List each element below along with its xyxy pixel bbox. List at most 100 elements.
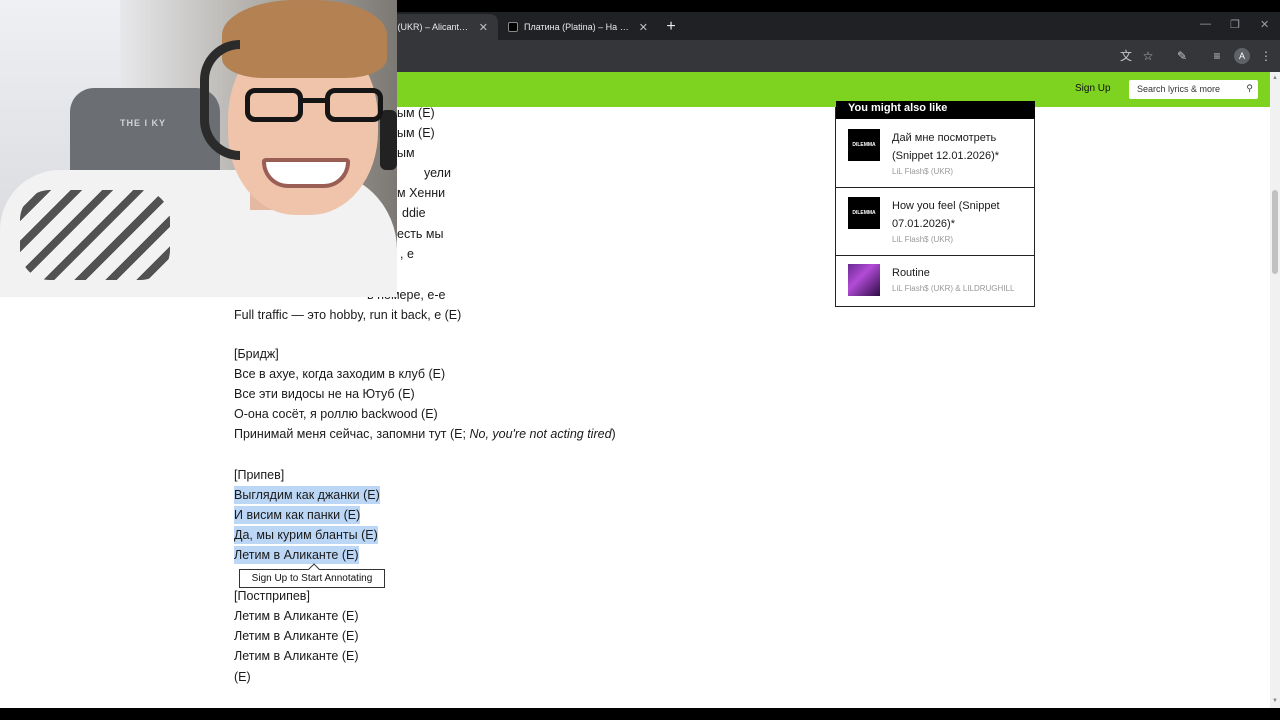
tab-alicante-lyrics[interactable]: $ (UKR) – Alicante Lyric ✕ — [380, 14, 498, 40]
page-scrollbar[interactable]: ▲ ▼ — [1270, 72, 1280, 708]
search-input[interactable]: Search lyrics & more ⚲ — [1129, 80, 1258, 99]
shirt-stripes — [20, 190, 170, 280]
lyric-line[interactable]: Все в ахуе, когда заходим в клуб (E) — [234, 365, 445, 383]
lyric-text: ым (E) — [397, 126, 435, 140]
star-icon[interactable]: ☆ — [1140, 48, 1156, 64]
song-artist: LiL Flash$ (UKR) & LILDRUGHILL — [892, 284, 1015, 293]
lyric-line[interactable]: [Припев] — [234, 466, 284, 484]
lyric-line[interactable]: (E) — [234, 668, 251, 686]
lyric-text: есть мы — [397, 227, 444, 241]
song-artist: LiL Flash$ (UKR) — [892, 167, 954, 176]
translate-icon[interactable]: 文 — [1118, 48, 1134, 64]
lyric-text: [Припев] — [234, 468, 285, 482]
glasses-lens — [245, 88, 303, 122]
glasses-lens — [325, 88, 383, 122]
tab-title: Платина (Platina) – На посту (С — [524, 22, 633, 32]
streamer-smile — [262, 158, 350, 188]
lyric-text: Летим в Аликанте (E) — [234, 629, 359, 643]
lyric-text: [Постприпев] — [234, 589, 310, 603]
lyric-suffix: ) — [611, 427, 616, 441]
lyric-line[interactable]: есть мы — [397, 225, 444, 243]
lyric-text: м Хенни — [397, 186, 446, 200]
profile-avatar[interactable]: A — [1234, 48, 1250, 64]
tab-title: $ (UKR) – Alicante Lyric — [390, 22, 473, 32]
lyric-line[interactable]: Принимай меня сейчас, запомни тут (E; No… — [234, 425, 616, 443]
scroll-up-icon[interactable]: ▲ — [1272, 75, 1278, 81]
lyric-line[interactable]: [Постприпев] — [234, 587, 310, 605]
lyric-line[interactable]: , е — [400, 245, 414, 263]
cover-art — [848, 264, 880, 296]
recommendations-title: You might also like — [836, 101, 1035, 119]
restore-icon[interactable]: ❐ — [1230, 18, 1240, 31]
lyric-line[interactable]: Летим в Аликанте (E) — [234, 647, 359, 665]
genius-favicon-icon — [508, 22, 518, 32]
lyric-line[interactable]: Летим в Аликанте (E) — [234, 607, 359, 625]
lyric-line[interactable]: О-она сосёт, я роллю backwood (E) — [234, 405, 438, 423]
streamer-hair — [222, 0, 387, 78]
glasses-bridge — [303, 98, 325, 103]
lyric-text: И висим как панки (E) — [234, 508, 361, 522]
lyric-text: Все эти видосы не на Ютуб (E) — [234, 387, 415, 401]
recommendation-item[interactable]: DILEMMA How you feel (Snippet 07.01.2026… — [836, 188, 1034, 256]
lyric-line[interactable]: Все эти видосы не на Ютуб (E) — [234, 385, 415, 403]
search-icon[interactable]: ⚲ — [1246, 83, 1253, 94]
recommendation-item[interactable]: DILEMMA Дай мне посмотреть (Snippet 12.0… — [836, 119, 1034, 188]
lyric-line[interactable]: Летим в Аликанте (E) — [234, 627, 359, 645]
close-icon[interactable]: ✕ — [479, 21, 488, 34]
song-title: Routine — [892, 267, 930, 279]
close-icon[interactable]: ✕ — [639, 21, 648, 34]
lyric-line[interactable]: ым — [397, 144, 415, 162]
highlighted-lyric-line[interactable]: И висим как панки (E) — [234, 506, 361, 524]
lyric-text: (E) — [234, 670, 251, 684]
lyric-line[interactable]: м Хенни — [397, 184, 445, 202]
lyric-line[interactable]: ым (E) — [397, 104, 435, 122]
recommendations-panel: You might also like DILEMMA Дай мне посм… — [835, 101, 1035, 307]
lyric-text: уели — [424, 166, 451, 180]
lyric-text: Летим в Аликанте (E) — [234, 609, 359, 623]
lyric-line[interactable]: ddie — [402, 204, 426, 222]
lyric-text: [Бридж] — [234, 347, 279, 361]
lyric-text: Все в ахуе, когда заходим в клуб (E) — [234, 367, 446, 381]
lyric-text: Летим в Аликанте (E) — [234, 649, 359, 663]
lyric-text: ым — [397, 146, 415, 160]
highlighted-lyric-line[interactable]: Выглядим как джанки (E) — [234, 486, 380, 504]
scroll-down-icon[interactable]: ▼ — [1272, 698, 1278, 704]
menu-icon[interactable]: ⋮ — [1258, 48, 1274, 64]
screen: $ (UKR) – Alicante Lyric ✕ Платина (Plat… — [0, 0, 1280, 720]
headphones-icon — [200, 40, 240, 160]
annotate-tooltip[interactable]: Sign Up to Start Annotating — [239, 563, 385, 588]
recommendation-item[interactable]: Routine LiL Flash$ (UKR) & LILDRUGHILL — [836, 256, 1034, 306]
song-title: Дай мне посмотреть (Snippet 12.01.2026)* — [892, 132, 1000, 162]
song-title: How you feel (Snippet 07.01.2026)* — [892, 200, 1000, 230]
new-tab-button[interactable]: + — [664, 18, 678, 36]
song-artist: LiL Flash$ (UKR) — [892, 235, 954, 244]
tab-platina[interactable]: Платина (Platina) – На посту (С ✕ — [498, 14, 658, 40]
lyric-line[interactable]: ым (E) — [397, 124, 435, 142]
lyric-line[interactable]: уели — [424, 164, 451, 182]
scrollbar-thumb[interactable] — [1272, 190, 1278, 274]
lyric-text: Принимай меня сейчас, запомни тут (E; — [234, 427, 470, 441]
lyric-text: О-она сосёт, я роллю backwood (E) — [234, 407, 438, 421]
lyric-text: Выглядим как джанки (E) — [234, 488, 380, 502]
lyric-text: Да, мы курим бланты (E) — [234, 528, 378, 542]
extensions-icon[interactable]: ✎ — [1174, 48, 1190, 64]
cover-art: DILEMMA — [848, 197, 880, 229]
chair-logo: THE I KY — [120, 118, 167, 128]
minimize-icon[interactable]: — — [1200, 18, 1211, 30]
window-close-icon[interactable]: ✕ — [1260, 18, 1269, 31]
glasses — [245, 88, 385, 124]
screen-bottom-edge — [0, 708, 1280, 720]
lyric-line[interactable]: [Бридж] — [234, 345, 279, 363]
lyric-line[interactable]: Full traffic — это hobby, run it back, е… — [234, 306, 461, 324]
lyric-text: , е — [400, 247, 414, 261]
lyric-text: Летим в Аликанте (E) — [234, 548, 359, 562]
media-icon[interactable]: ≡ — [1209, 48, 1225, 64]
highlighted-lyric-line[interactable]: Летим в Аликанте (E) — [234, 546, 359, 564]
sign-up-link[interactable]: Sign Up — [1075, 83, 1111, 94]
lyric-text: ым (E) — [397, 106, 435, 120]
highlighted-lyric-line[interactable]: Да, мы курим бланты (E) — [234, 526, 378, 544]
cover-art: DILEMMA — [848, 129, 880, 161]
lyric-adlib: No, you're not acting tired — [469, 427, 612, 441]
webcam-overlay: THE I KY — [0, 0, 397, 297]
search-placeholder: Search lyrics & more — [1137, 84, 1221, 94]
